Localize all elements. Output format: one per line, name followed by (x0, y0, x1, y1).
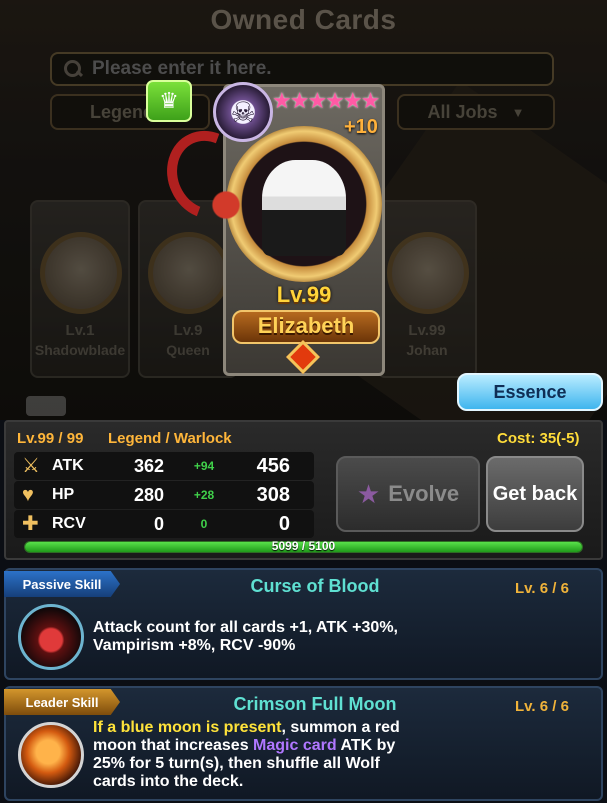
crown-icon[interactable]: ♛ (146, 80, 192, 122)
stat-total: 0 (278, 513, 290, 535)
desc-line: cards into the deck. (93, 773, 244, 790)
get-back-button[interactable]: Get back (486, 456, 584, 532)
desc-text: , summon a red (281, 719, 400, 736)
essence-button[interactable]: Essence (457, 373, 603, 411)
star-icon: ★ (356, 478, 381, 509)
stat-row-atk: ⚔ ATK 362 +94 456 (14, 452, 314, 480)
leader-skill-description: If a blue moon is present, summon a red … (93, 719, 593, 791)
card-name: Elizabeth (257, 313, 355, 338)
desc-highlight: Magic card (253, 737, 337, 754)
stat-row-rcv: ✚ RCV 0 0 0 (14, 510, 314, 538)
leader-skill-level: Lv. 6 / 6 (515, 698, 569, 715)
stat-label: HP (52, 486, 75, 503)
stat-bonus: +28 (193, 488, 215, 502)
stat-base: 362 (133, 456, 164, 476)
passive-skill-name: Curse of Blood (250, 576, 380, 596)
elizabeth-portrait (262, 160, 346, 256)
exp-text: 5099 / 5100 (271, 539, 336, 553)
level-display: Lv.99 / 99 (17, 430, 84, 447)
desc-text: moon that increases (93, 737, 254, 754)
cross-icon: ✚ (22, 513, 39, 535)
stat-label: ATK (52, 457, 84, 474)
evolve-label: Evolve (388, 481, 460, 506)
stat-row-hp: ♥ HP 280 +28 308 (14, 481, 314, 509)
passive-skill-description: Attack count for all cards +1, ATK +30%,… (93, 619, 593, 655)
stat-total: 308 (256, 484, 290, 506)
sword-icon: ⚔ (22, 455, 40, 477)
passive-skill-level: Lv. 6 / 6 (515, 580, 569, 597)
stat-base: 280 (133, 485, 164, 505)
rose-decoration (206, 180, 246, 230)
passive-skill-tag: Passive Skill (4, 571, 120, 597)
stat-base: 0 (153, 514, 164, 534)
desc-line: Attack count for all cards +1, ATK +30%, (93, 619, 398, 636)
stat-label: RCV (52, 515, 86, 532)
desc-line: Vampirism +8%, RCV -90% (93, 637, 296, 654)
evolve-button[interactable]: ★ Evolve (336, 456, 480, 532)
desc-line: 25% for 5 turn(s), then shuffle all Wolf (93, 755, 380, 772)
heart-icon: ♥ (22, 484, 34, 506)
blood-drops-icon (18, 604, 84, 670)
stat-bonus: +94 (193, 459, 215, 473)
cost-display: Cost: 35(-5) (497, 430, 580, 447)
leader-skill-name: Crimson Full Moon (233, 694, 397, 714)
card-level: Lv.99 (276, 282, 332, 307)
stat-total: 456 (256, 455, 290, 477)
desc-line: If a blue moon is present, summon a red (93, 719, 593, 737)
moon-icon (18, 722, 84, 788)
grade-job: Legend / Warlock (108, 430, 232, 447)
stat-bonus: 0 (200, 517, 208, 531)
desc-text: ATK by (336, 737, 396, 754)
desc-line: moon that increases Magic card ATK by (93, 737, 593, 755)
enhance-level: +10 (344, 116, 378, 138)
leader-skill-tag: Leader Skill (4, 689, 120, 715)
rarity-stars: ★★★★★★ (272, 88, 380, 113)
desc-highlight: If a blue moon is present (93, 719, 282, 736)
faded-job-icons (26, 396, 206, 441)
skull-icon: ☠ (213, 82, 273, 142)
